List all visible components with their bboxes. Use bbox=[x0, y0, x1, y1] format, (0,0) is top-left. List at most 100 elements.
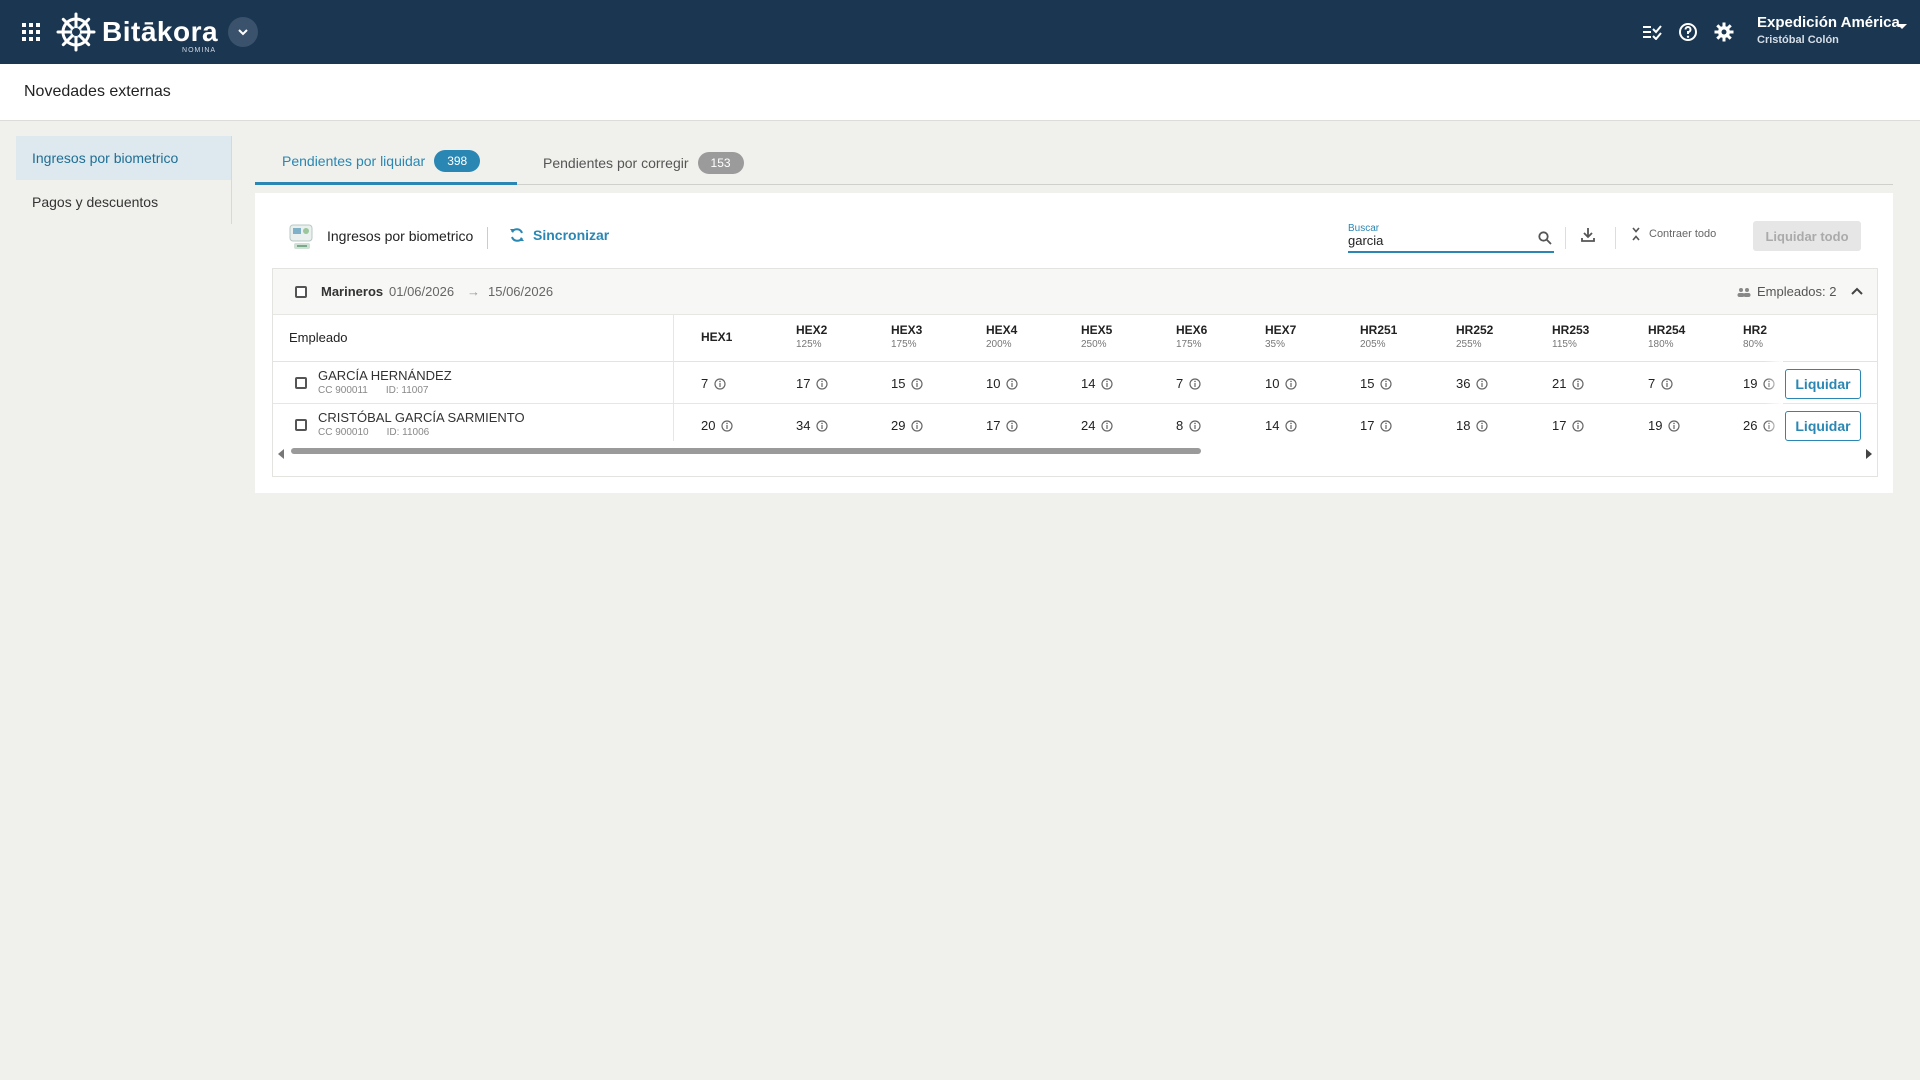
app-switch-button[interactable] bbox=[228, 17, 258, 47]
collapse-all-button[interactable]: Contraer todo bbox=[1631, 227, 1716, 241]
tab-label: Pendientes por liquidar bbox=[282, 153, 426, 169]
arrow-right-icon: → bbox=[467, 284, 480, 299]
column-header: HR251 205% bbox=[1360, 323, 1398, 350]
liquidate-row-button[interactable]: Liquidar bbox=[1785, 369, 1861, 399]
hours-cell: 29 bbox=[891, 418, 924, 433]
sync-button[interactable]: Sincronizar bbox=[509, 227, 609, 243]
row-checkbox[interactable] bbox=[295, 419, 307, 431]
info-icon[interactable] bbox=[1380, 377, 1393, 390]
hours-cell: 20 bbox=[701, 418, 734, 433]
column-header: HEX7 35% bbox=[1265, 323, 1297, 350]
info-icon[interactable] bbox=[816, 419, 829, 432]
gear-icon[interactable] bbox=[1712, 20, 1736, 44]
liquidate-row-button[interactable]: Liquidar bbox=[1785, 411, 1861, 441]
sidebar-item-ingresos-biometrico[interactable]: Ingresos por biometrico bbox=[16, 136, 231, 180]
group-checkbox[interactable] bbox=[295, 286, 307, 298]
hours-cell: 17 bbox=[986, 418, 1019, 433]
search-field[interactable]: Buscar bbox=[1348, 223, 1554, 253]
hours-cell: 7 bbox=[701, 376, 726, 391]
info-icon[interactable] bbox=[1189, 419, 1201, 432]
info-icon[interactable] bbox=[1380, 419, 1393, 432]
column-header: HEX3 175% bbox=[891, 323, 923, 350]
info-icon[interactable] bbox=[714, 377, 726, 390]
hours-cell: 14 bbox=[1081, 376, 1114, 391]
hours-cell: 17 bbox=[1360, 418, 1393, 433]
help-icon[interactable] bbox=[1676, 20, 1700, 44]
hours-cell: 15 bbox=[891, 376, 924, 391]
info-icon[interactable] bbox=[1661, 377, 1673, 390]
info-icon[interactable] bbox=[1101, 377, 1114, 390]
toolbar: Ingresos por biometrico Sincronizar Busc… bbox=[287, 221, 1877, 253]
tab-label: Pendientes por corregir bbox=[543, 154, 689, 171]
info-icon[interactable] bbox=[1285, 377, 1298, 390]
apps-grid-icon[interactable] bbox=[22, 23, 40, 41]
info-icon[interactable] bbox=[911, 419, 924, 432]
horizontal-scrollbar[interactable] bbox=[277, 445, 1873, 459]
hours-cell: 17 bbox=[796, 376, 829, 391]
info-icon[interactable] bbox=[1101, 419, 1114, 432]
row-checkbox[interactable] bbox=[295, 377, 307, 389]
count-badge: 153 bbox=[697, 151, 744, 174]
user-name: Cristóbal Colón bbox=[1757, 34, 1839, 46]
info-icon[interactable] bbox=[1006, 377, 1019, 390]
scrollbar-thumb[interactable] bbox=[291, 448, 1201, 454]
count-badge: 398 bbox=[434, 150, 481, 172]
caret-down-icon[interactable] bbox=[1896, 18, 1908, 36]
sidebar: Ingresos por biometrico Pagos y descuent… bbox=[16, 136, 232, 224]
info-icon[interactable] bbox=[721, 419, 734, 432]
app-logo[interactable]: Bitākora NOMINA bbox=[56, 10, 218, 54]
column-header: HR252 255% bbox=[1456, 323, 1494, 350]
employee-table: Empleado HEX1 HEX2 125% HEX3 175% HEX4 200%… bbox=[273, 315, 1877, 441]
info-icon[interactable] bbox=[1572, 377, 1585, 390]
scroll-left-icon[interactable] bbox=[277, 446, 285, 464]
chevron-up-icon[interactable] bbox=[1851, 283, 1863, 301]
people-icon bbox=[1737, 287, 1751, 297]
info-icon[interactable] bbox=[1476, 377, 1489, 390]
page-header: Novedades externas bbox=[0, 64, 1920, 121]
hours-cell: 34 bbox=[796, 418, 829, 433]
hours-cell: 7 bbox=[1176, 376, 1201, 391]
info-icon[interactable] bbox=[1476, 419, 1489, 432]
hours-cell: 17 bbox=[1552, 418, 1585, 433]
info-icon[interactable] bbox=[1006, 419, 1019, 432]
hours-cell: 19 bbox=[1648, 418, 1681, 433]
scroll-right-icon[interactable] bbox=[1865, 446, 1873, 464]
table-row: GARCÍA HERNÁNDEZ CC 900011 ID: 11007 7 17… bbox=[273, 362, 1877, 404]
search-input[interactable] bbox=[1348, 233, 1528, 248]
tab-pendientes-corregir[interactable]: Pendientes por corregir 153 bbox=[543, 140, 744, 185]
info-icon[interactable] bbox=[816, 377, 829, 390]
tab-pendientes-liquidar[interactable]: Pendientes por liquidar 398 bbox=[255, 140, 517, 185]
hours-cell: 7 bbox=[1648, 376, 1673, 391]
tasks-check-icon[interactable] bbox=[1640, 20, 1664, 44]
info-icon[interactable] bbox=[1189, 377, 1201, 390]
info-icon[interactable] bbox=[911, 377, 924, 390]
company-name: Expedición América bbox=[1757, 14, 1900, 31]
liquidate-all-button[interactable]: Liquidar todo bbox=[1753, 221, 1861, 251]
sidebar-item-pagos-descuentos[interactable]: Pagos y descuentos bbox=[16, 180, 231, 224]
employee-ids: CC 900011 ID: 11007 bbox=[318, 385, 429, 396]
toolbar-divider bbox=[487, 227, 488, 249]
hours-cell: 24 bbox=[1081, 418, 1114, 433]
toolbar-divider bbox=[1615, 227, 1616, 249]
info-icon[interactable] bbox=[1285, 419, 1298, 432]
table-header: Empleado HEX1 HEX2 125% HEX3 175% HEX4 200%… bbox=[273, 315, 1877, 362]
collapse-all-label: Contraer todo bbox=[1649, 228, 1717, 240]
info-icon[interactable] bbox=[1572, 419, 1585, 432]
hours-cell: 10 bbox=[986, 376, 1019, 391]
search-icon[interactable] bbox=[1538, 231, 1552, 250]
employees-label: Empleados: 2 bbox=[1757, 284, 1837, 299]
toolbar-divider bbox=[1565, 227, 1566, 249]
logo-name: Bitākora bbox=[102, 16, 219, 47]
download-icon[interactable] bbox=[1580, 227, 1596, 248]
group-name: Marineros bbox=[321, 284, 384, 299]
employee-name: CRISTÓBAL GARCÍA SARMIENTO bbox=[318, 410, 525, 425]
column-header-employee: Empleado bbox=[289, 330, 348, 345]
employees-count: Empleados: 2 bbox=[1737, 284, 1837, 299]
info-icon[interactable] bbox=[1668, 419, 1681, 432]
toolbar-title: Ingresos por biometrico bbox=[327, 228, 474, 244]
sync-label: Sincronizar bbox=[533, 227, 610, 243]
company-selector[interactable]: Expedición América Cristóbal Colón bbox=[1757, 14, 1900, 46]
collapse-icon bbox=[1632, 227, 1640, 241]
hours-cell: 21 bbox=[1552, 376, 1585, 391]
sticky-column-fade bbox=[1765, 315, 1783, 441]
